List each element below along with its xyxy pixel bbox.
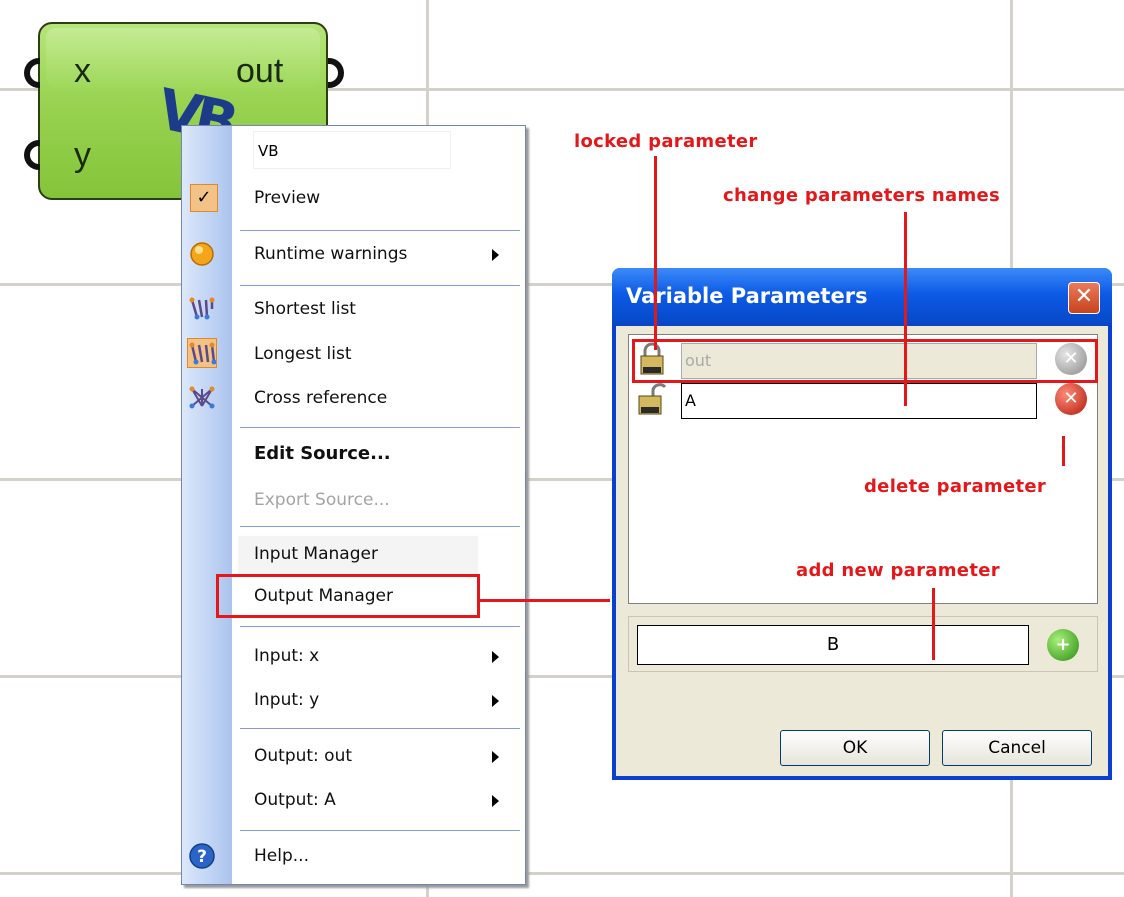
menu-item-help[interactable]: ? Help...	[182, 836, 525, 876]
menu-item-label: Export Source...	[254, 490, 390, 510]
input-x-label: x	[74, 52, 91, 90]
submenu-arrow-icon	[492, 695, 499, 707]
input-y-port[interactable]	[24, 140, 40, 170]
menu-item-shortest-list[interactable]: Shortest list	[182, 289, 525, 329]
dialog-titlebar[interactable]: Variable Parameters ✕	[612, 268, 1112, 326]
menu-item-input-x[interactable]: Input: x	[182, 636, 525, 676]
menu-separator	[240, 830, 520, 831]
output-out-port[interactable]	[328, 58, 344, 88]
menu-separator	[240, 427, 520, 428]
lock-open-icon	[638, 383, 667, 415]
warning-dot-icon	[190, 242, 214, 266]
menu-item-output-a[interactable]: Output: A	[182, 780, 525, 820]
menu-item-label: Help...	[254, 846, 309, 866]
menu-item-longest-list[interactable]: Longest list	[182, 334, 525, 374]
menu-item-label: Runtime warnings	[254, 244, 408, 264]
menu-separator	[240, 526, 520, 527]
annotation-delete-parameter: delete parameter	[864, 476, 1047, 497]
output-manager-highlight	[216, 574, 480, 618]
param-row: A ✕	[637, 381, 1097, 421]
add-param-icon[interactable]: +	[1047, 629, 1079, 661]
menu-item-label: Input Manager	[254, 544, 378, 564]
cancel-button[interactable]: Cancel	[942, 730, 1092, 766]
menu-item-label: Preview	[254, 188, 321, 208]
delete-param-icon[interactable]: ✕	[1055, 383, 1087, 415]
component-name-field[interactable]: VB	[253, 131, 451, 169]
grid-line-h	[0, 872, 1124, 875]
shortest-list-icon	[189, 297, 215, 320]
dialog-body: out ✕ A ✕ B + OK Cancel	[616, 326, 1108, 776]
svg-text:?: ?	[197, 847, 207, 867]
checkmark-icon: ✓	[190, 184, 218, 212]
annotation-locked-parameter: locked parameter	[574, 131, 758, 152]
menu-item-input-manager[interactable]: Input Manager	[182, 534, 525, 574]
menu-item-label: Output: A	[254, 790, 336, 810]
dialog-title: Variable Parameters	[626, 284, 868, 308]
menu-item-edit-source[interactable]: Edit Source...	[182, 434, 525, 474]
annotation-line	[654, 156, 657, 350]
menu-item-output-out[interactable]: Output: out	[182, 736, 525, 776]
param-name-field[interactable]: A	[681, 383, 1037, 419]
connector-line	[479, 599, 610, 602]
context-menu: VB ✓ Preview Runtime warnings Shortest l…	[181, 125, 526, 885]
submenu-arrow-icon	[492, 751, 499, 763]
ok-button[interactable]: OK	[780, 730, 930, 766]
menu-item-preview[interactable]: ✓ Preview	[182, 178, 525, 218]
new-param-field[interactable]: B	[637, 625, 1029, 665]
menu-item-label: Cross reference	[254, 388, 388, 408]
menu-item-label: Shortest list	[254, 299, 356, 319]
close-icon[interactable]: ✕	[1068, 282, 1100, 314]
annotation-add-new-parameter: add new parameter	[796, 560, 1000, 581]
annotation-change-names: change parameters names	[723, 185, 1001, 206]
annotation-line	[932, 588, 935, 660]
new-param-area: B +	[628, 616, 1098, 672]
menu-separator	[240, 285, 520, 286]
output-out-label: out	[236, 52, 284, 90]
input-x-port[interactable]	[24, 58, 40, 88]
menu-item-label: Longest list	[254, 344, 352, 364]
menu-item-input-y[interactable]: Input: y	[182, 680, 525, 720]
menu-separator	[240, 626, 520, 627]
menu-item-export-source: Export Source...	[182, 480, 525, 520]
menu-item-label: Edit Source...	[254, 443, 391, 464]
menu-item-label: Input: y	[254, 690, 320, 710]
menu-item-label: Input: x	[254, 646, 320, 666]
submenu-arrow-icon	[492, 249, 499, 261]
menu-item-cross-reference[interactable]: Cross reference	[182, 378, 525, 418]
submenu-arrow-icon	[492, 795, 499, 807]
submenu-arrow-icon	[492, 651, 499, 663]
menu-separator	[240, 728, 520, 729]
longest-list-icon	[189, 342, 216, 365]
menu-item-label: Output: out	[254, 746, 353, 766]
help-icon: ?	[189, 843, 215, 869]
annotation-line	[904, 212, 907, 406]
cross-reference-icon	[189, 386, 215, 409]
menu-item-runtime-warnings[interactable]: Runtime warnings	[182, 234, 525, 274]
annotation-line	[1062, 436, 1065, 466]
input-y-label: y	[74, 136, 91, 174]
locked-parameter-highlight	[632, 339, 1098, 383]
menu-separator	[240, 230, 520, 231]
